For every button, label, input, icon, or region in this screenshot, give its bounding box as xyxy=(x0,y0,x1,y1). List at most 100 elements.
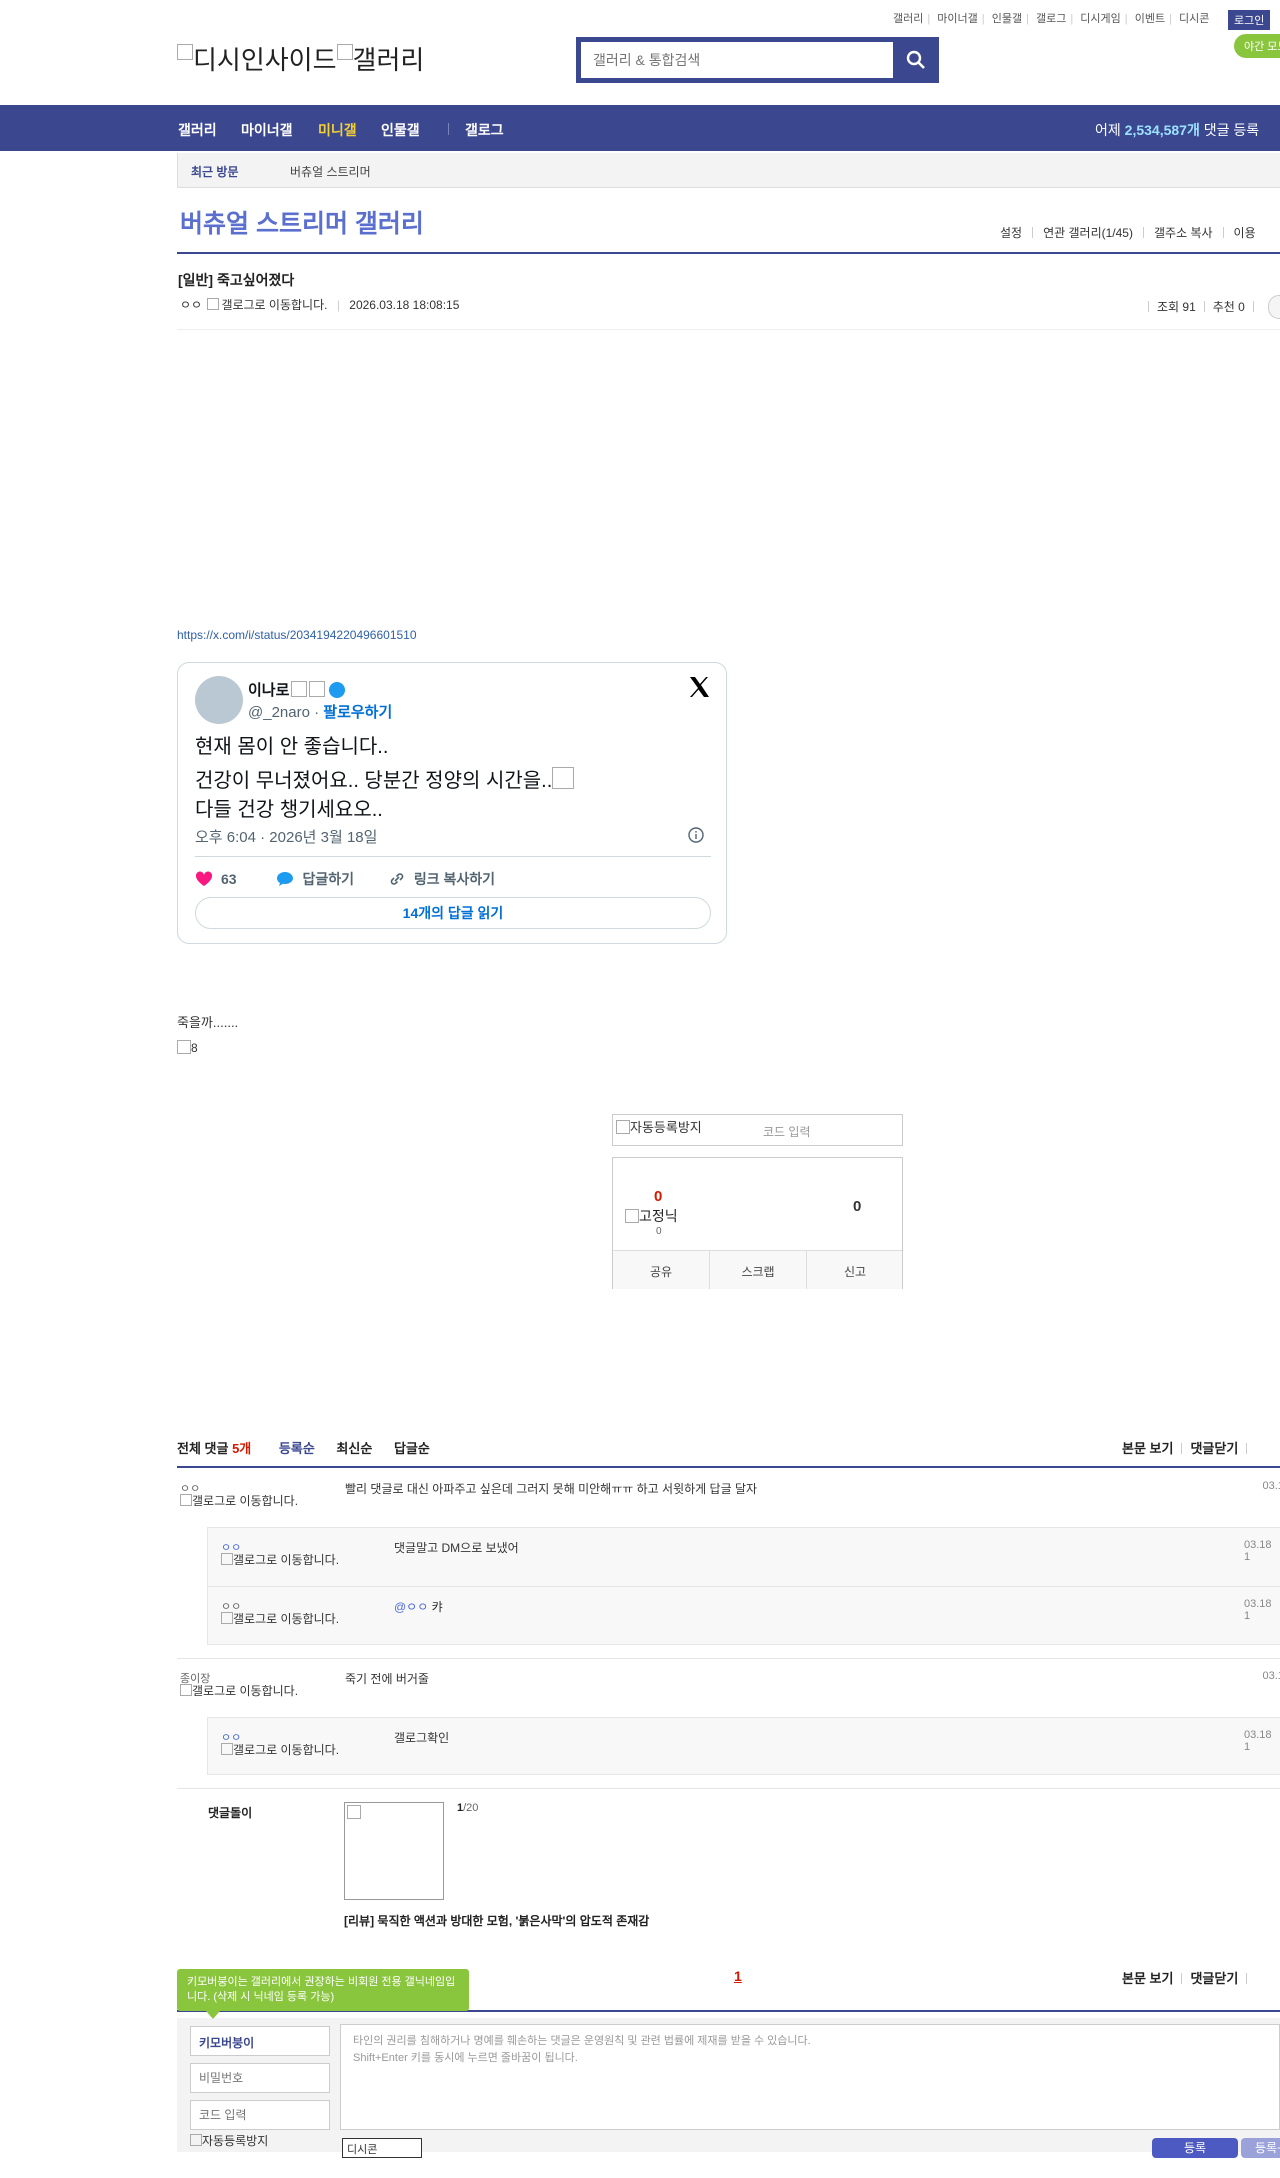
page-1-link[interactable]: 1 xyxy=(734,1968,742,1984)
author-gallog-link[interactable]: 갤로그로 이동합니다. xyxy=(221,298,327,312)
post-meta: ㅇㅇ 갤로그로 이동합니다. | 2026.03.18 18:08:15 xyxy=(180,298,460,312)
view-body-link[interactable]: 본문 보기 xyxy=(1122,1441,1173,1456)
yesterday-stats: 어제 2,534,587개 댓글 등록 xyxy=(1095,120,1259,140)
tweet-actions: 63 답글하기 링크 복사하기 xyxy=(195,869,495,889)
related-gallery-link[interactable]: 연관 갤러리(1/45) xyxy=(1043,226,1133,240)
recent-visit-label[interactable]: 최근 방문 xyxy=(191,163,239,180)
top-link-event[interactable]: 이벤트 xyxy=(1135,13,1165,25)
comment-date: 03.18 xyxy=(1262,1670,1280,1682)
comment-divider xyxy=(177,1788,1280,1789)
submit-recommend-button[interactable]: 등록+추천 xyxy=(1241,2138,1280,2175)
search-icon xyxy=(906,50,925,69)
captcha-image: 자동등록방지 xyxy=(616,1117,702,1136)
tweet-link[interactable]: https://x.com/i/status/20341942204966015… xyxy=(177,628,417,642)
follow-button[interactable]: 팔로우하기 xyxy=(323,704,392,721)
gallery-settings-link[interactable]: 설정 xyxy=(1000,226,1022,240)
reply-text-body: 캬 xyxy=(431,1600,443,1614)
broken-image-icon xyxy=(207,298,220,310)
textarea-placeholder-2: Shift+Enter 키를 동시에 누르면 줄바꿈이 됩니다. xyxy=(353,2052,578,2064)
top-link-person[interactable]: 인물갤 xyxy=(992,13,1022,25)
x-logo-icon[interactable] xyxy=(687,675,711,699)
reply-gallog-link[interactable]: 갤로그로 이동합니다. xyxy=(221,1553,351,1567)
avatar[interactable] xyxy=(195,676,243,724)
tweet-text: 현재 몸이 안 좋습니다.. 건강이 무너졌어요.. 당분간 정양의 시간을..… xyxy=(195,733,705,825)
fixed-nick-recommend[interactable]: 고정닉 xyxy=(625,1206,678,1226)
nickname-field[interactable]: 키모버붕이 xyxy=(190,2026,330,2056)
submit-button[interactable]: 등록 xyxy=(1152,2138,1238,2158)
main-nav: 갤러리 마이너갤 미니갤 인물갤 갤로그 어제 2,534,587개 댓글 등록 xyxy=(0,105,1280,151)
sort-reply-tab[interactable]: 답글순 xyxy=(394,1441,430,1456)
scrap-button[interactable]: 스크랩 xyxy=(710,1263,806,1280)
yesterday-count: 2,534,587개 xyxy=(1124,122,1200,138)
gallery-menu: 설정 연관 갤러리(1/45) 갤주소 복사 이용 xyxy=(1000,224,1256,241)
top-links: 갤러리 | 마이너갤 | 인물갤 | 갤로그 | 디시게임 | 이벤트 | 디시콘 xyxy=(893,13,1210,25)
nav-gallog[interactable]: 갤로그 xyxy=(465,120,504,140)
close-comments-link[interactable]: 댓글닫기 xyxy=(1190,1441,1238,1456)
reply-mention[interactable]: @ㅇㅇ xyxy=(394,1600,428,1614)
like-action[interactable]: 63 xyxy=(195,871,237,887)
comment-textarea[interactable]: 타인의 권리를 침해하거나 명예를 훼손하는 댓글은 운영원칙 및 관련 법률에… xyxy=(340,2024,1280,2130)
password-field[interactable] xyxy=(190,2063,330,2093)
post-options-button[interactable] xyxy=(1268,295,1280,319)
captcha-alt: 자동등록방지 xyxy=(202,2134,269,2148)
recommend-up-count[interactable]: 0 xyxy=(654,1188,662,1205)
code-field[interactable] xyxy=(190,2100,330,2130)
tweet-handle-text[interactable]: @_2naro xyxy=(248,704,310,721)
search-button[interactable] xyxy=(893,37,939,83)
comment-write-area: 키모버붕이 자동등록방지 타인의 권리를 침해하거나 명예를 훼손하는 댓글은 … xyxy=(177,2018,1280,2175)
nav-person[interactable]: 인물갤 xyxy=(381,120,420,140)
textarea-placeholder-1: 타인의 권리를 침해하거나 명예를 훼손하는 댓글은 운영원칙 및 관련 법률에… xyxy=(353,2035,811,2047)
nav-minor[interactable]: 마이너갤 xyxy=(241,120,293,140)
copy-gallery-address-link[interactable]: 갤주소 복사 xyxy=(1154,226,1213,240)
reply-gallog-link[interactable]: 갤로그로 이동합니다. xyxy=(221,1743,351,1757)
handle-dot: · xyxy=(314,704,320,721)
close-comments-link[interactable]: 댓글닫기 xyxy=(1190,1971,1238,1986)
post-recommend-count: 추천 0 xyxy=(1212,300,1245,314)
sort-newest-tab[interactable]: 최신순 xyxy=(336,1441,372,1456)
top-link-gallog[interactable]: 갤로그 xyxy=(1036,13,1066,25)
dol-title[interactable]: [리뷰] 묵직한 액션과 방대한 모험, '붉은사막'의 압도적 존재감 xyxy=(344,1912,649,1929)
top-link-gallery[interactable]: 갤러리 xyxy=(893,13,923,25)
tweet-author-name[interactable]: 이나로 xyxy=(248,679,346,700)
captcha-alt: 자동등록방지 xyxy=(630,1120,702,1135)
embedded-tweet[interactable]: 이나로 @_2naro · 팔로우하기 현재 몸이 안 좋습니다.. 건강이 무… xyxy=(177,662,727,944)
reply-action[interactable]: 답글하기 xyxy=(276,871,354,887)
comment-view-options: 본문 보기 댓글닫기 xyxy=(1122,1438,1255,1457)
report-button[interactable]: 신고 xyxy=(807,1263,903,1280)
nav-gallery[interactable]: 갤러리 xyxy=(178,120,217,140)
read-replies-button[interactable]: 14개의 답글 읽기 xyxy=(195,897,711,929)
reply-text: @ㅇㅇ 캬 xyxy=(394,1598,443,1615)
gallery-title[interactable]: 버츄얼 스트리머 갤러리 xyxy=(180,204,424,240)
nav-mini[interactable]: 미니갤 xyxy=(318,120,357,140)
info-icon[interactable] xyxy=(688,827,704,843)
dccon-button[interactable]: 디시콘 xyxy=(342,2138,422,2158)
top-link-dcgame[interactable]: 디시게임 xyxy=(1080,13,1120,25)
top-link-minor[interactable]: 마이너갤 xyxy=(937,13,977,25)
post-author[interactable]: ㅇㅇ xyxy=(180,298,202,312)
login-button[interactable]: 로그인 xyxy=(1228,10,1271,30)
title-divider xyxy=(177,252,1280,254)
gallog-alt: 갤로그로 이동합니다. xyxy=(233,1553,340,1567)
broken-image-icon xyxy=(625,1209,639,1223)
site-logo[interactable]: 디시인사이드 갤러리 xyxy=(177,40,424,77)
captcha-code-input[interactable]: 코드 입력 xyxy=(763,1123,811,1140)
usage-link[interactable]: 이용 xyxy=(1234,226,1256,240)
reply-gallog-link[interactable]: 갤로그로 이동합니다. xyxy=(221,1612,351,1626)
top-link-dccon[interactable]: 디시콘 xyxy=(1179,13,1209,25)
dol-thumbnail[interactable] xyxy=(344,1802,444,1900)
recommend-down-count[interactable]: 0 xyxy=(853,1198,861,1215)
recent-visit-item[interactable]: 버츄얼 스트리머 xyxy=(290,163,371,180)
post-body-image[interactable]: 8 xyxy=(177,1040,198,1055)
comment-gallog-link[interactable]: 갤로그로 이동합니다. xyxy=(180,1494,310,1508)
sweat-emoji-icon xyxy=(552,767,575,789)
tweet-date[interactable]: 오후 6:04 · 2026년 3월 18일 xyxy=(195,826,377,847)
comment-gallog-link[interactable]: 갤로그로 이동합니다. xyxy=(180,1684,310,1698)
share-button[interactable]: 공유 xyxy=(613,1263,709,1280)
copy-link-action[interactable]: 링크 복사하기 xyxy=(388,871,495,887)
night-mode-button[interactable]: 야간 모드 xyxy=(1234,34,1280,58)
post-body-text: 죽을까....... xyxy=(177,1015,239,1030)
view-body-link[interactable]: 본문 보기 xyxy=(1122,1971,1173,1986)
sort-register-tab[interactable]: 등록순 xyxy=(279,1441,315,1456)
search-input[interactable] xyxy=(581,42,893,78)
nav-divider xyxy=(448,123,449,135)
